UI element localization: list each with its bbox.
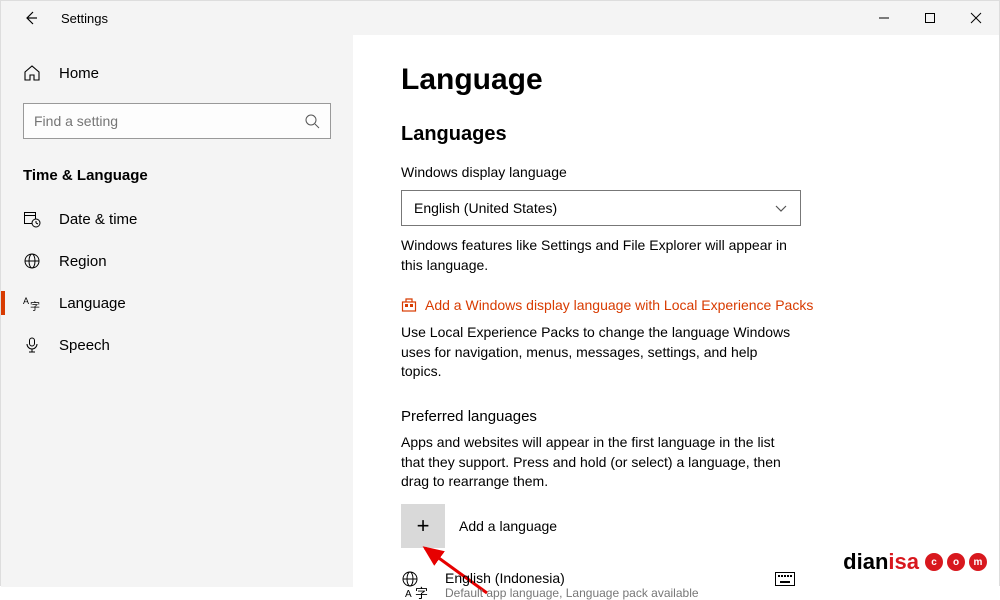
store-icon [401,297,417,313]
store-link-text: Add a Windows display language with Loca… [425,297,813,313]
watermark-dot: o [947,553,965,571]
app-body: Home Time & Language Date & time Region … [1,35,999,587]
search-box[interactable] [23,103,331,139]
display-language-value: English (United States) [414,200,557,216]
sidebar-item-label: Speech [59,337,110,354]
sidebar-item-speech[interactable]: Speech [1,324,353,366]
calendar-clock-icon [23,210,41,228]
watermark-text-2: isa [888,549,919,575]
keyboard-icon [775,572,795,586]
close-button[interactable] [953,1,999,35]
add-language-label: Add a language [459,518,557,534]
lep-desc: Use Local Experience Packs to change the… [401,323,801,382]
sidebar-home-label: Home [59,65,99,82]
language-name: English (Indonesia) [445,570,699,586]
language-subtext: Default app language, Language pack avai… [445,586,699,600]
close-icon [970,12,982,24]
store-link[interactable]: Add a Windows display language with Loca… [401,297,999,313]
language-glyph-icon: A字 [401,570,431,600]
content: Language Languages Windows display langu… [353,35,999,587]
titlebar: Settings [1,1,999,35]
window-title: Settings [61,11,108,26]
maximize-icon [924,12,936,24]
watermark-text-1: dian [843,549,888,575]
sidebar-item-region[interactable]: Region [1,240,353,282]
language-icon: A字 [23,294,41,312]
titlebar-left: Settings [1,6,108,30]
watermark-dot: m [969,553,987,571]
minimize-icon [878,12,890,24]
svg-text:字: 字 [415,586,428,600]
search-icon [304,113,320,129]
arrow-left-icon [23,10,39,26]
search-input[interactable] [34,113,304,129]
preferred-languages-title: Preferred languages [401,408,999,425]
sidebar-item-label: Region [59,253,107,270]
svg-text:A: A [23,296,29,306]
home-icon [23,64,41,82]
sidebar-item-label: Date & time [59,211,137,228]
language-item-text: English (Indonesia) Default app language… [445,570,699,600]
sidebar: Home Time & Language Date & time Region … [1,35,353,587]
maximize-button[interactable] [907,1,953,35]
svg-text:A: A [405,589,412,600]
plus-icon: + [401,504,445,548]
sidebar-item-datetime[interactable]: Date & time [1,198,353,240]
section-languages-title: Languages [401,123,999,146]
sidebar-home[interactable]: Home [1,53,353,93]
page-title: Language [401,63,999,97]
microphone-icon [23,336,41,354]
back-button[interactable] [19,6,43,30]
preferred-languages-desc: Apps and websites will appear in the fir… [401,433,801,492]
watermark: dianisa c o m [843,549,987,575]
sidebar-item-language[interactable]: A字 Language [1,282,353,324]
display-language-label: Windows display language [401,164,999,180]
display-language-desc: Windows features like Settings and File … [401,236,801,275]
minimize-button[interactable] [861,1,907,35]
chevron-down-icon [774,201,788,215]
add-language-button[interactable]: + Add a language [401,504,999,548]
globe-icon [23,252,41,270]
watermark-dot: c [925,553,943,571]
sidebar-item-label: Language [59,295,126,312]
window-controls [861,1,999,35]
watermark-dots: c o m [925,553,987,571]
display-language-dropdown[interactable]: English (United States) [401,190,801,226]
svg-text:字: 字 [30,300,40,312]
sidebar-category: Time & Language [1,145,353,198]
language-item[interactable]: A字 English (Indonesia) Default app langu… [401,570,801,600]
